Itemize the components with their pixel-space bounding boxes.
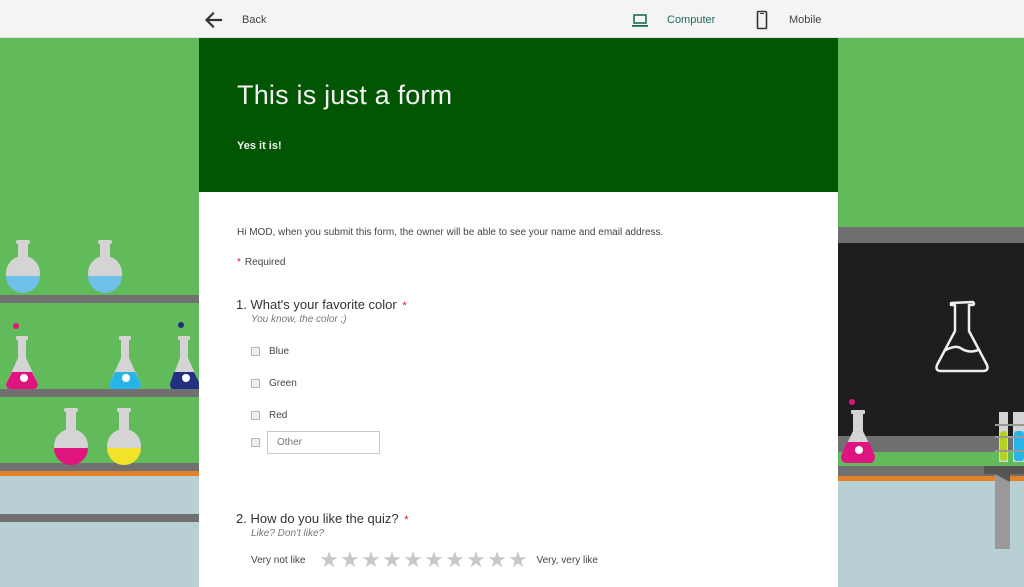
- option-label: Blue: [269, 346, 290, 357]
- form-title: This is just a form: [237, 80, 453, 110]
- form-header: This is just a form Yes it is!: [199, 38, 838, 192]
- checkbox[interactable]: [251, 379, 260, 388]
- rating-max-label: Very, very like: [536, 554, 598, 566]
- option-red[interactable]: Red: [251, 410, 287, 421]
- back-button[interactable]: Back: [202, 9, 266, 31]
- question-text: What's your favorite color: [250, 297, 397, 312]
- star-icon[interactable]: ★: [465, 549, 486, 571]
- privacy-notice: Hi MOD, when you submit this form, the o…: [237, 227, 664, 238]
- form-subtitle: Yes it is!: [237, 140, 282, 152]
- required-asterisk: *: [402, 300, 407, 312]
- question-1: 1. What's your favorite color * You know…: [236, 297, 407, 325]
- star-icon[interactable]: ★: [507, 549, 528, 571]
- rating-control: Very not like ★ ★ ★ ★ ★ ★ ★ ★ ★ ★ Very, very like: [251, 549, 598, 571]
- required-label: Required: [244, 257, 286, 268]
- required-asterisk: *: [237, 257, 241, 268]
- option-blue[interactable]: Blue: [251, 346, 289, 357]
- laptop-icon: [632, 14, 648, 27]
- view-computer-button[interactable]: Computer: [630, 9, 715, 31]
- required-legend: * Required: [237, 257, 286, 268]
- star-icon[interactable]: ★: [486, 549, 507, 571]
- star-icon[interactable]: ★: [402, 549, 423, 571]
- checkbox[interactable]: [251, 411, 260, 420]
- star-icon[interactable]: ★: [423, 549, 444, 571]
- star-icon[interactable]: ★: [444, 549, 465, 571]
- lab-background-right: [838, 38, 1024, 587]
- other-input[interactable]: [267, 431, 380, 454]
- question-2: 2. How do you like the quiz? * Like? Don…: [236, 511, 409, 539]
- view-mobile-label: Mobile: [789, 14, 822, 26]
- arrow-left-icon: [204, 11, 223, 29]
- question-text: How do you like the quiz?: [250, 511, 399, 526]
- question-number: 2.: [236, 511, 247, 526]
- view-computer-label: Computer: [667, 14, 716, 26]
- lab-background-left: [0, 38, 199, 587]
- question-number: 1.: [236, 297, 247, 312]
- option-other[interactable]: [251, 431, 380, 454]
- option-label: Red: [269, 410, 288, 421]
- required-asterisk: *: [404, 514, 409, 526]
- question-description: Like? Don't like?: [251, 528, 325, 539]
- form-card: This is just a form Yes it is! Hi MOD, w…: [199, 38, 838, 587]
- top-bar: Back Computer Mobile: [0, 0, 1024, 38]
- question-title: 1. What's your favorite color *: [236, 297, 407, 312]
- star-icon[interactable]: ★: [318, 549, 339, 571]
- option-green[interactable]: Green: [251, 378, 297, 389]
- phone-icon: [756, 10, 768, 30]
- star-icon[interactable]: ★: [339, 549, 360, 571]
- rating-stars: ★ ★ ★ ★ ★ ★ ★ ★ ★ ★: [318, 549, 528, 571]
- back-label: Back: [242, 14, 267, 26]
- view-mobile-button[interactable]: Mobile: [752, 9, 821, 31]
- checkbox[interactable]: [251, 347, 260, 356]
- checkbox[interactable]: [251, 438, 260, 447]
- star-icon[interactable]: ★: [360, 549, 381, 571]
- star-icon[interactable]: ★: [381, 549, 402, 571]
- rating-min-label: Very not like: [251, 554, 306, 566]
- option-label: Green: [269, 378, 297, 389]
- question-title: 2. How do you like the quiz? *: [236, 511, 409, 526]
- question-description: You know, the color ;): [251, 314, 347, 325]
